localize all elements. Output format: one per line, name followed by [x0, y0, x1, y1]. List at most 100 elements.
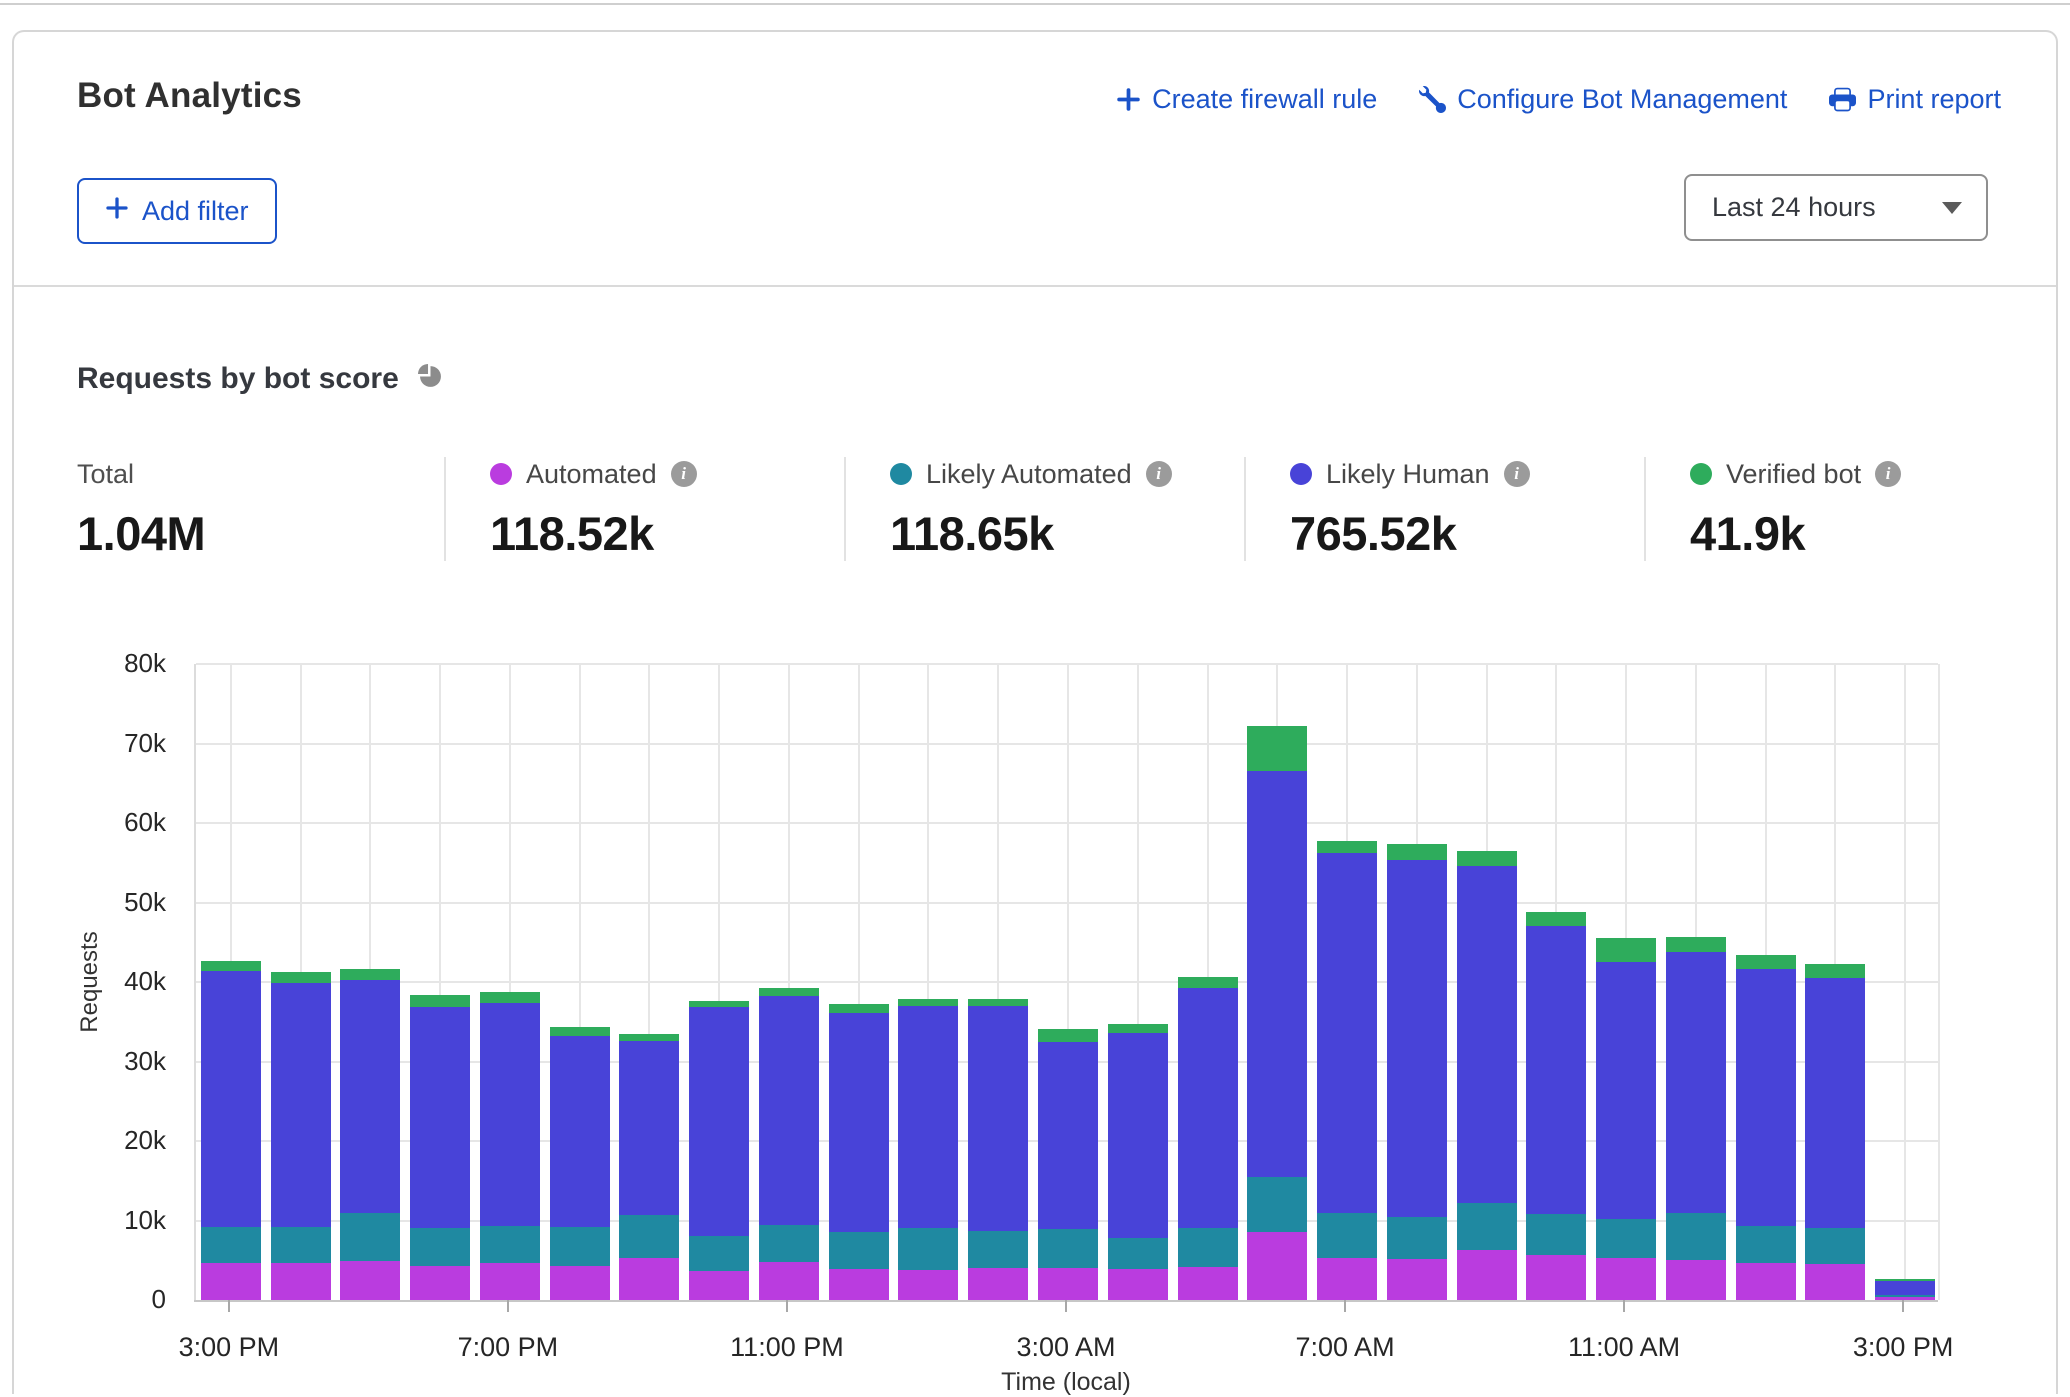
bar-segment-automated	[968, 1268, 1028, 1300]
info-icon[interactable]: i	[671, 461, 697, 487]
bar-segment-likely-human	[201, 971, 261, 1227]
bar-segment-likely-automated	[1736, 1226, 1796, 1263]
bar-segment-likely-human	[1596, 962, 1656, 1219]
bar-segment-verified-bot	[1108, 1024, 1168, 1033]
bar-segment-likely-automated	[480, 1226, 540, 1263]
bar-segment-likely-human	[619, 1041, 679, 1215]
bar-segment-automated	[1666, 1260, 1726, 1300]
bar-segment-verified-bot	[1875, 1279, 1935, 1281]
bar-segment-likely-automated	[1666, 1213, 1726, 1261]
section-title: Requests by bot score	[77, 362, 399, 396]
bar-3-00-pm[interactable]	[201, 664, 261, 1300]
bar-segment-likely-human	[898, 1006, 958, 1229]
configure-bot-management-link[interactable]: Configure Bot Management	[1419, 84, 1787, 115]
bar-1-00-pm[interactable]	[1736, 664, 1796, 1300]
bar-6-00-pm[interactable]	[410, 664, 470, 1300]
bar-segment-likely-automated	[898, 1228, 958, 1269]
bar-5-00-am[interactable]	[1178, 664, 1238, 1300]
y-tick-label: 50k	[66, 887, 166, 918]
card-header: Bot Analytics Create firewall rule Confi…	[14, 32, 2056, 287]
bar-10-00-am[interactable]	[1526, 664, 1586, 1300]
x-tick-mark	[786, 1300, 788, 1312]
bar-segment-verified-bot	[550, 1027, 610, 1036]
bar-segment-likely-human	[1526, 926, 1586, 1214]
plot-right-border	[1938, 664, 1940, 1300]
x-tick-mark	[1065, 1300, 1067, 1312]
bar-9-00-am[interactable]	[1457, 664, 1517, 1300]
x-tick-mark	[228, 1300, 230, 1312]
x-tick-label: 3:00 PM	[1853, 1332, 1954, 1363]
add-filter-button[interactable]: Add filter	[77, 178, 277, 244]
x-tick-label: 3:00 AM	[1016, 1332, 1115, 1363]
plus-icon	[1116, 87, 1141, 112]
stat-label: Verified bot	[1726, 459, 1861, 490]
bar-segment-likely-automated	[271, 1227, 331, 1264]
bar-segment-likely-automated	[1596, 1219, 1656, 1258]
bar-segment-verified-bot	[1247, 726, 1307, 771]
bar-3-00-pm[interactable]	[1875, 664, 1935, 1300]
stat-likely-automated: Likely Automated i 118.65k	[844, 457, 1244, 561]
bar-8-00-pm[interactable]	[550, 664, 610, 1300]
bar-segment-verified-bot	[759, 988, 819, 996]
bar-11-00-pm[interactable]	[759, 664, 819, 1300]
bar-segment-automated	[619, 1258, 679, 1300]
bar-4-00-pm[interactable]	[271, 664, 331, 1300]
stat-label: Automated	[526, 459, 657, 490]
bar-1-00-am[interactable]	[898, 664, 958, 1300]
bar-segment-likely-automated	[1526, 1214, 1586, 1255]
y-tick-label: 60k	[66, 807, 166, 838]
x-tick-mark	[1623, 1300, 1625, 1312]
bar-segment-likely-human	[1108, 1033, 1168, 1238]
y-tick-label: 80k	[66, 648, 166, 679]
bar-segment-likely-human	[1387, 860, 1447, 1217]
bar-segment-likely-human	[1736, 969, 1796, 1227]
bar-segment-likely-automated	[340, 1213, 400, 1261]
bar-segment-likely-automated	[1875, 1295, 1935, 1297]
info-icon[interactable]: i	[1504, 461, 1530, 487]
bar-segment-automated	[829, 1269, 889, 1300]
bar-12-00-pm[interactable]	[1666, 664, 1726, 1300]
chart-plot	[194, 664, 1938, 1300]
bar-7-00-pm[interactable]	[480, 664, 540, 1300]
y-tick-label: 0	[66, 1284, 166, 1315]
bar-segment-likely-human	[829, 1013, 889, 1232]
info-icon[interactable]: i	[1146, 461, 1172, 487]
bar-segment-likely-automated	[1457, 1203, 1517, 1250]
y-tick-label: 30k	[66, 1046, 166, 1077]
bar-segment-verified-bot	[201, 961, 261, 971]
bar-4-00-am[interactable]	[1108, 664, 1168, 1300]
bar-segment-automated	[340, 1261, 400, 1300]
bar-3-00-am[interactable]	[1038, 664, 1098, 1300]
bar-8-00-am[interactable]	[1387, 664, 1447, 1300]
bar-2-00-am[interactable]	[968, 664, 1028, 1300]
bar-segment-likely-automated	[619, 1215, 679, 1258]
bar-12-00-am[interactable]	[829, 664, 889, 1300]
bar-7-00-am[interactable]	[1317, 664, 1377, 1300]
bar-11-00-am[interactable]	[1596, 664, 1656, 1300]
bar-segment-likely-human	[1457, 866, 1517, 1203]
bar-segment-automated	[1317, 1258, 1377, 1300]
y-tick-label: 40k	[66, 966, 166, 997]
bar-segment-automated	[1108, 1269, 1168, 1300]
bar-segment-automated	[1736, 1263, 1796, 1300]
print-report-link[interactable]: Print report	[1829, 84, 2001, 115]
stat-value: 118.52k	[490, 506, 844, 561]
section-header: Requests by bot score	[77, 362, 444, 396]
automated-legend-dot	[490, 463, 512, 485]
bar-10-00-pm[interactable]	[689, 664, 749, 1300]
bar-5-00-pm[interactable]	[340, 664, 400, 1300]
stat-label: Likely Automated	[926, 459, 1132, 490]
info-icon[interactable]: i	[1875, 461, 1901, 487]
bar-segment-automated	[271, 1263, 331, 1300]
stat-total: Total 1.04M	[77, 457, 444, 561]
bar-9-00-pm[interactable]	[619, 664, 679, 1300]
bar-segment-verified-bot	[1317, 841, 1377, 854]
bar-segment-likely-human	[1247, 771, 1307, 1176]
create-firewall-rule-link[interactable]: Create firewall rule	[1116, 84, 1377, 115]
bar-6-00-am[interactable]	[1247, 664, 1307, 1300]
bar-2-00-pm[interactable]	[1805, 664, 1865, 1300]
bar-segment-automated	[410, 1266, 470, 1300]
stat-automated: Automated i 118.52k	[444, 457, 844, 561]
bar-segment-likely-human	[550, 1036, 610, 1227]
time-range-select[interactable]: Last 24 hours	[1684, 174, 1988, 241]
